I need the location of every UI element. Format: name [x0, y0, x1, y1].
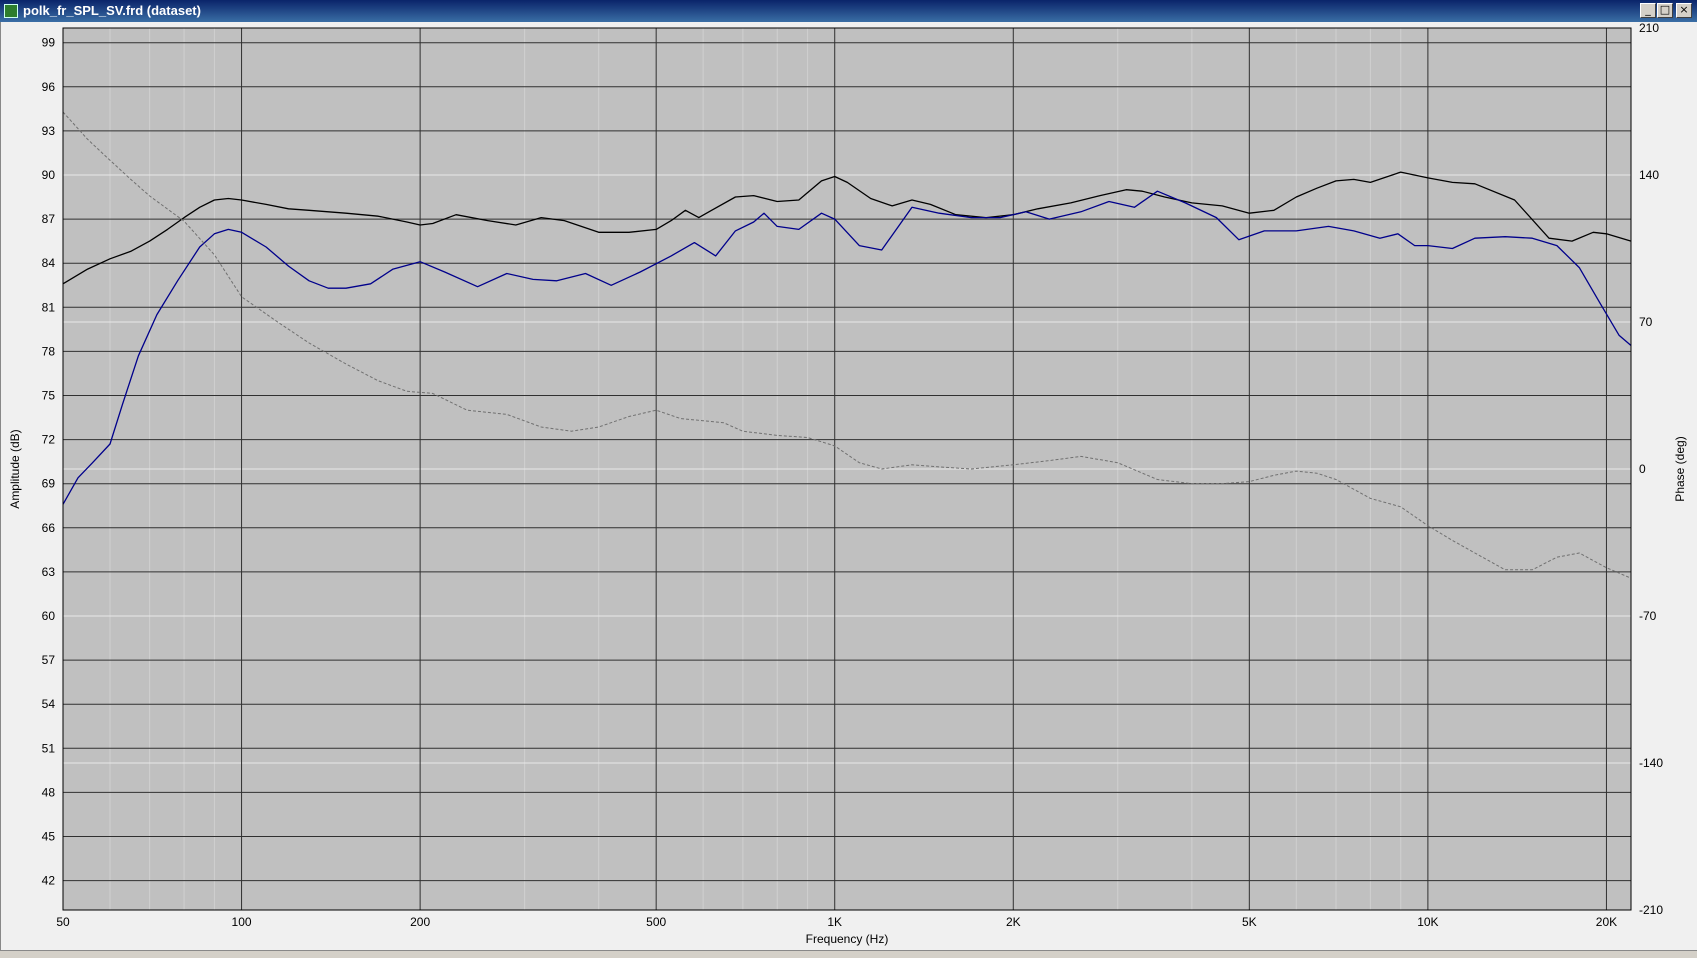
app-icon: [4, 4, 18, 18]
y2-tick-label: 0: [1639, 462, 1646, 476]
y-tick-label: 72: [42, 433, 56, 447]
x-tick-label: 5K: [1242, 915, 1257, 929]
x-tick-label: 200: [410, 915, 430, 929]
y-tick-label: 84: [42, 256, 56, 270]
x-axis-label: Frequency (Hz): [806, 932, 889, 946]
x-tick-label: 10K: [1417, 915, 1438, 929]
y-tick-label: 69: [42, 477, 56, 491]
chart-window-client: 50 100 200 500 1K 2K 5K 10K 20K 42 45 48 51 54 57 60 63 6…: [0, 21, 1697, 958]
y-tick-label: 81: [42, 300, 56, 314]
y2-axis-label: Phase (deg): [1673, 436, 1687, 501]
y2-tick-label: 210: [1639, 22, 1659, 35]
y-tick-label: 45: [42, 830, 56, 844]
y-tick-label: 57: [42, 653, 56, 667]
y2-tick-label: 140: [1639, 168, 1659, 182]
y-tick-label: 48: [42, 785, 56, 799]
y-tick-label: 63: [42, 565, 56, 579]
x-tick-label: 500: [646, 915, 666, 929]
window-title: polk_fr_SPL_SV.frd (dataset): [23, 3, 201, 18]
y2-tick-label: 70: [1639, 315, 1653, 329]
x-tick-label: 100: [232, 915, 252, 929]
x-tick-label: 1K: [827, 915, 842, 929]
y2-tick-label: -70: [1639, 609, 1657, 623]
y-tick-label: 66: [42, 521, 56, 535]
minimize-button[interactable]: _: [1640, 3, 1656, 18]
y-tick-label: 87: [42, 212, 56, 226]
y2-tick-label: -140: [1639, 756, 1663, 770]
x-tick-label: 50: [56, 915, 70, 929]
y-tick-label: 96: [42, 80, 56, 94]
y-tick-label: 42: [42, 874, 56, 888]
y-tick-label: 60: [42, 609, 56, 623]
y-tick-label: 75: [42, 389, 56, 403]
y-tick-label: 51: [42, 741, 56, 755]
close-button[interactable]: ×: [1676, 3, 1692, 18]
y2-tick-label: -210: [1639, 903, 1663, 917]
x-tick-label: 20K: [1596, 915, 1617, 929]
y-axis-label: Amplitude (dB): [8, 429, 22, 508]
x-tick-label: 2K: [1006, 915, 1021, 929]
y-tick-label: 90: [42, 168, 56, 182]
window-title-bar[interactable]: polk_fr_SPL_SV.frd (dataset) _ □ ×: [0, 0, 1697, 22]
frequency-response-chart: 50 100 200 500 1K 2K 5K 10K 20K 42 45 48 51 54 57 60 63 6…: [8, 21, 1687, 946]
maximize-button[interactable]: □: [1657, 3, 1673, 18]
y-tick-label: 54: [42, 697, 56, 711]
y-tick-label: 99: [42, 36, 56, 50]
y-tick-label: 93: [42, 124, 56, 138]
y-tick-label: 78: [42, 344, 56, 358]
status-strip: [0, 950, 1697, 958]
